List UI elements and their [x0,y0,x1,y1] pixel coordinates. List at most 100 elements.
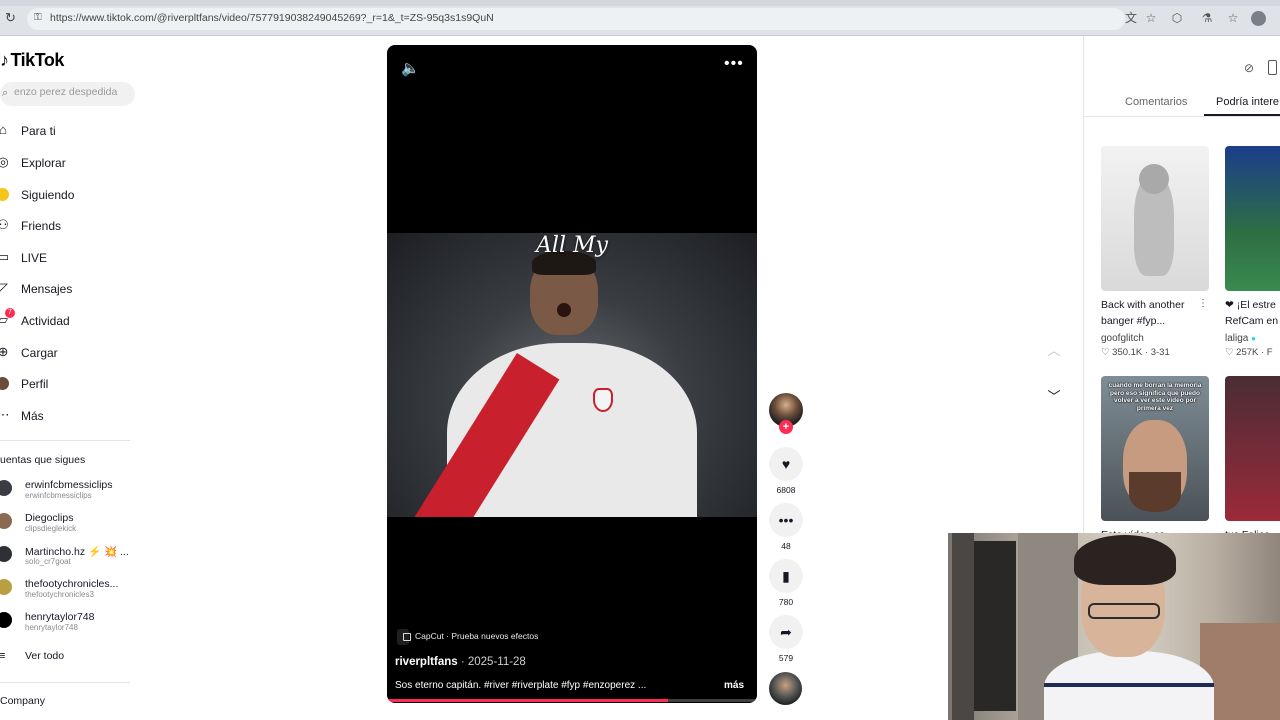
tab-comments[interactable]: Comentarios [1125,96,1187,108]
followed-account[interactable]: thefootychronicles... thefootychronicles… [0,578,135,606]
account-name: henrytaylor748 [25,611,95,623]
account-handle: erwinfcbmessiclips [25,491,92,500]
account-handle: clipsdieglekick [25,524,77,533]
video-thumbnail[interactable] [1101,146,1209,291]
nav-label: Siguiendo [21,188,75,202]
like-count: 6808 [776,485,796,495]
company-link[interactable]: Company [0,695,45,707]
more-link[interactable]: más [724,680,744,691]
phone-icon[interactable] [1268,60,1277,75]
more-options-icon[interactable]: ⋮ [1198,298,1208,309]
author-name[interactable]: laliga [1225,333,1248,344]
card-title[interactable]: RefCam en [1225,313,1280,329]
nav-mensajes[interactable]: ◸ Mensajes [0,278,140,300]
avatar [0,579,12,595]
video-frame[interactable] [387,233,757,517]
nav-explorar[interactable]: ◎ Explorar [0,152,140,174]
progress-bar[interactable] [387,699,757,702]
logo-text: TikTok [10,50,65,70]
more-icon: ⋯ [0,407,10,422]
video-thumbnail[interactable]: cuando me borran la memoria pero eso sig… [1101,376,1209,521]
tiktok-note-icon: ♪ [0,50,9,70]
reload-icon[interactable]: ↻ [5,11,19,25]
effect-text[interactable]: CapCut · Prueba nuevos efectos [415,631,538,641]
card-title[interactable]: banger #fyp... [1101,313,1207,329]
avatar [0,513,12,529]
video-author[interactable]: riverpltfans · 2025-11-28 [395,656,526,668]
progress-fill [387,699,669,702]
shirt-stripe [1044,683,1214,687]
messages-icon: ◸ [0,280,8,295]
search-input[interactable] [14,86,132,98]
comment-action[interactable]: ••• 48 [769,503,803,551]
bookmark-icon[interactable]: ▮ [769,559,803,593]
followed-account[interactable]: henrytaylor748 henrytaylor748 [0,611,135,639]
nav-label: Para ti [21,124,56,138]
save-count: 780 [778,597,794,607]
card-title[interactable]: ❤ ¡El estre [1225,297,1280,313]
share-icon[interactable]: ➦ [769,615,803,649]
flask-icon[interactable]: ⚗ [1200,11,1214,25]
video-thumbnail[interactable] [1225,146,1280,291]
nav-actividad[interactable]: ▱ 7 Actividad [0,308,140,332]
tab-related[interactable]: Podría intere [1216,96,1279,108]
video-player[interactable]: All My 🔈 ••• CapCut · Prueba nuevos efec… [387,45,757,703]
person-beard [1129,472,1181,512]
nav-mas[interactable]: ⋯ Más [0,405,140,427]
share-count: 579 [778,653,794,663]
nav-label: Más [21,409,44,423]
like-action[interactable]: ♥ 6808 [769,447,803,495]
heart-icon[interactable]: ♥ [769,447,803,481]
following-icon [0,188,9,201]
lock-icon[interactable]: ⚿ [34,12,42,23]
avatar [0,546,12,562]
follow-button[interactable]: + [779,420,793,434]
followed-account[interactable]: Martincho.hz ⚡ 💥 ... solo_cr7goat [0,545,135,573]
extensions-icon[interactable]: ⬡ [1170,11,1184,25]
nav-label: LIVE [21,251,48,265]
divider [0,682,130,683]
music-disc[interactable] [769,672,802,705]
profile-avatar[interactable] [1251,11,1266,26]
nav-para-ti[interactable]: ⌂ Para ti [0,120,140,142]
card-author[interactable]: goofglitch [1101,333,1144,344]
thumbnail-caption: cuando me borran la memoria pero eso sig… [1108,382,1202,412]
star-icon[interactable]: ☆ [1144,11,1158,25]
activity-badge: 7 [5,308,15,318]
card-stats: ♡ 350.1K · 3-31 [1101,347,1170,358]
nav-friends[interactable]: ⚇ Friends [0,215,140,237]
share-action[interactable]: ➦ 579 [769,615,803,663]
translate-icon[interactable]: 文 [1124,11,1138,25]
account-handle: solo_cr7goat [25,557,71,566]
card-author[interactable]: laliga ● [1225,333,1256,344]
save-action[interactable]: ▮ 780 [769,559,803,607]
see-all-link[interactable]: Ver todo [25,650,64,662]
search-icon[interactable]: ⌕ [2,87,8,100]
following-accounts-title: uentas que sigues [0,454,86,466]
followed-account[interactable]: Diegoclips clipsdieglekick [0,512,135,540]
nav-live[interactable]: ▭ LIVE [0,247,140,269]
card-stats: ♡ 257K · F [1225,347,1273,358]
tiktok-logo[interactable]: ♪ TikTok [0,50,64,71]
video-thumbnail[interactable] [1225,376,1280,521]
url-text[interactable]: https://www.tiktok.com/@riverpltfans/vid… [50,12,494,24]
nav-siguiendo[interactable]: Siguiendo [0,184,140,206]
club-crest [593,388,613,412]
video-caption: Sos eterno capitán. #river #riverplate #… [395,680,647,691]
compass-icon[interactable]: ⊘ [1244,61,1254,75]
author-name[interactable]: riverpltfans [395,656,458,668]
previous-video-button[interactable]: ︿ [1040,337,1068,365]
bookmarks-icon[interactable]: ☆ [1226,11,1240,25]
next-video-button[interactable]: ﹀ [1040,383,1068,411]
nav-label: Mensajes [21,282,73,296]
glasses [1088,603,1160,619]
account-name: Diegoclips [25,512,74,524]
more-options-icon[interactable]: ••• [724,55,744,73]
card-title[interactable]: Back with another [1101,297,1197,313]
volume-icon[interactable]: 🔈 [401,59,420,77]
nav-perfil[interactable]: Perfil [0,373,140,395]
nav-cargar[interactable]: ⊕ Cargar [0,342,140,364]
comment-icon[interactable]: ••• [769,503,803,537]
followed-account[interactable]: erwinfcbmessiclips erwinfcbmessiclips [0,479,135,507]
comment-count: 48 [781,541,791,551]
